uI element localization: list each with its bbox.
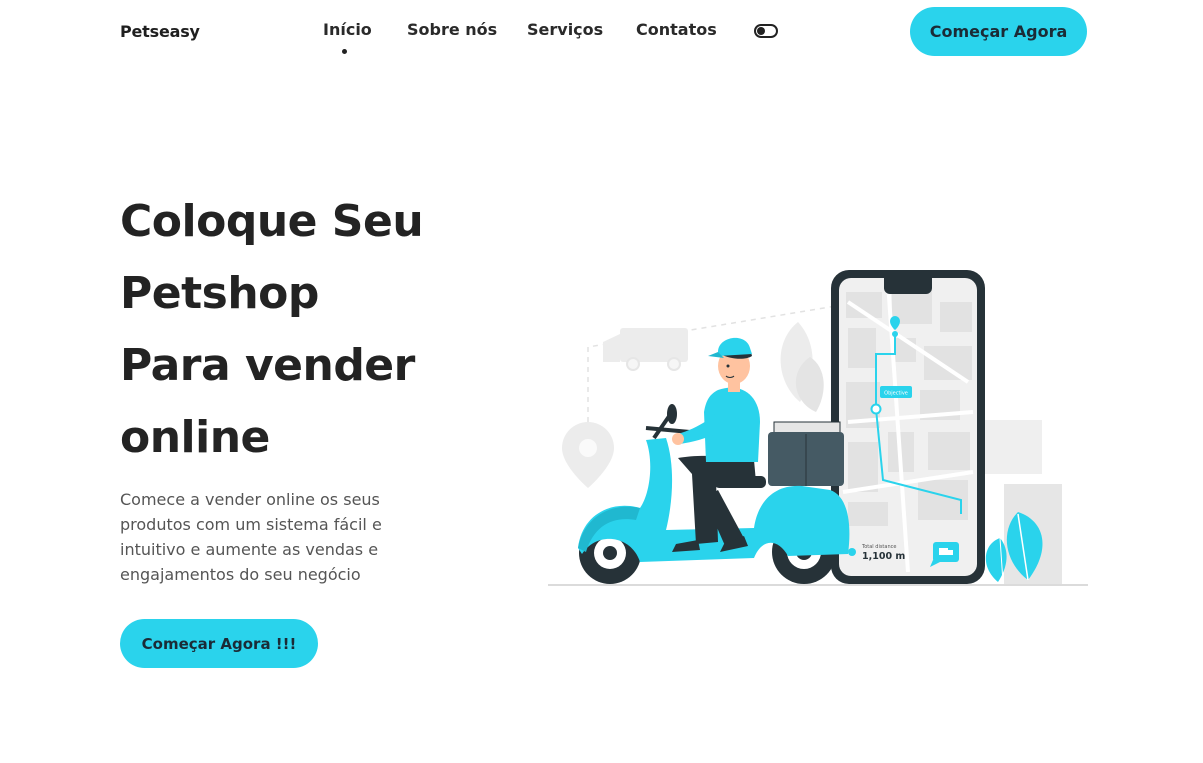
distance-value: 1,100 m [862, 551, 905, 562]
active-indicator [342, 49, 347, 54]
delivery-illustration: Objective Total distance 1,100 m [548, 270, 1088, 586]
hero-title-line: Petshop [120, 268, 319, 319]
header-cta-button[interactable]: Começar Agora [910, 7, 1087, 56]
hero-description: Comece a vender online os seus produtos … [120, 490, 382, 584]
hero-title: Coloque Seu Petshop Para vender online [120, 186, 520, 474]
nav-link-servicos[interactable]: Serviços [527, 20, 603, 39]
nav-link-inicio[interactable]: Início [323, 20, 372, 39]
nav-link-sobre[interactable]: Sobre nós [407, 20, 497, 39]
nav-link-contatos[interactable]: Contatos [636, 20, 717, 39]
phone-illustration: Objective Total distance 1,100 m [831, 270, 985, 584]
theme-toggle-icon[interactable] [754, 24, 778, 38]
hero-title-line: Coloque Seu [120, 196, 424, 247]
toggle-knob [757, 27, 765, 35]
hero-title-line: Para vender [120, 340, 415, 391]
hero-cta-button[interactable]: Começar Agora !!! [120, 619, 318, 668]
distance-label: Total distance [861, 544, 896, 550]
map-objective-tag: Objective [884, 391, 908, 397]
hero-title-line: online [120, 412, 270, 463]
